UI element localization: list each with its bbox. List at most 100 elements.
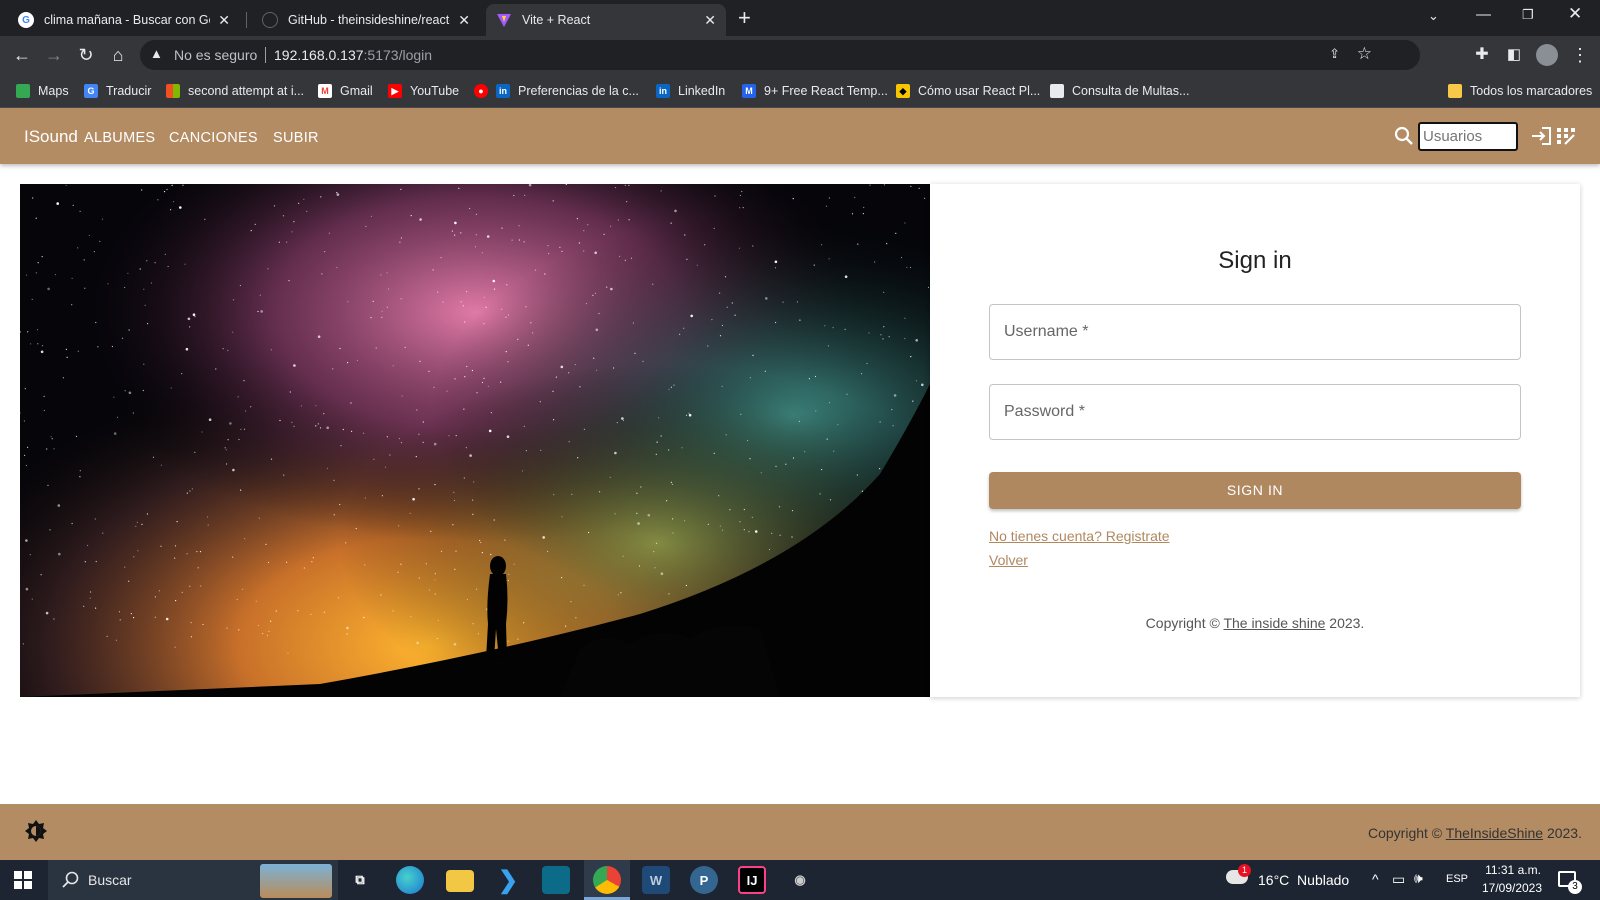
taskbar-search[interactable]: Buscar [48, 860, 338, 900]
bookmark-label: Cómo usar React Pl... [918, 84, 1041, 98]
warning-icon[interactable]: ▲ [150, 46, 163, 61]
linkedin-icon: in [496, 84, 510, 98]
browser-tab-strip: G clima mañana - Buscar con Google ✕ Git… [0, 0, 1600, 36]
bookmark-label: Gmail [340, 84, 373, 98]
bookmark-youtube[interactable]: ▶ YouTube [388, 82, 459, 100]
tray-chevron-icon[interactable]: ^ [1372, 871, 1379, 887]
gimp-icon[interactable]: ◉ [786, 866, 814, 894]
bookmark-label: LinkedIn [678, 84, 726, 98]
url-path: :5173/login [363, 47, 433, 63]
network-icon[interactable]: ▭ [1392, 871, 1405, 888]
bookmark-label: Maps [38, 84, 69, 98]
bookmark-react-pl[interactable]: ◆ Cómo usar React Pl... [896, 82, 1040, 100]
menu-kebab-icon[interactable]: ⋮ [1568, 43, 1592, 67]
react-template-icon: M [742, 84, 756, 98]
chrome-icon[interactable] [593, 866, 621, 894]
share-icon[interactable]: ⇪ [1329, 46, 1340, 62]
google-icon: G [18, 12, 34, 28]
security-label[interactable]: No es seguro [174, 47, 257, 63]
all-bookmarks-label: Todos los marcadores [1470, 84, 1593, 98]
intellij-icon[interactable]: IJ [738, 866, 766, 894]
close-icon[interactable]: ✕ [218, 12, 230, 29]
windows-taskbar: Buscar ⧉ ❯ W P IJ ◉ 1 16°C Nublado ^ ▭ 🕪… [0, 860, 1600, 900]
new-tab-button[interactable]: + [738, 5, 751, 31]
bookmark-label: Consulta de Multas... [1072, 84, 1190, 98]
tab-vite-react[interactable]: Vite + React ✕ [486, 4, 726, 36]
microsoft-icon [166, 84, 180, 98]
app-header: ISound ALBUMES CANCIONES SUBIR [0, 108, 1600, 164]
clock-date[interactable]: 17/09/2023 [1480, 881, 1544, 895]
brand-logo[interactable]: ISound [24, 127, 78, 147]
bookmark-label: Traducir [106, 84, 152, 98]
language-indicator[interactable]: ESP [1446, 873, 1468, 885]
terminal-icon[interactable] [542, 866, 570, 894]
home-icon[interactable]: ⌂ [106, 43, 130, 67]
forward-arrow-icon[interactable]: → [42, 43, 66, 67]
bookmark-linkedin[interactable]: in LinkedIn [656, 82, 725, 100]
vscode-icon[interactable]: ❯ [494, 866, 522, 894]
window-close-icon[interactable]: ✕ [1568, 4, 1582, 24]
milky-way-illustration [20, 184, 930, 697]
all-bookmarks[interactable]: Todos los marcadores [1448, 82, 1592, 100]
bookmark-star-icon[interactable]: ☆ [1357, 44, 1372, 64]
tab-search-chevron-icon[interactable]: ⌄ [1428, 8, 1439, 24]
taskbar-search-label: Buscar [88, 872, 132, 888]
login-icon[interactable] [1530, 126, 1552, 146]
minimize-icon[interactable]: — [1476, 6, 1491, 23]
windows-start-icon[interactable] [14, 871, 32, 889]
nav-albumes[interactable]: ALBUMES [84, 130, 155, 146]
file-explorer-icon[interactable] [446, 870, 474, 892]
reload-icon[interactable]: ↻ [74, 43, 98, 67]
bookmarks-bar: Maps G Traducir second attempt at i... MG… [0, 74, 1600, 108]
users-search-input[interactable] [1418, 122, 1518, 151]
nav-canciones[interactable]: CANCIONES [169, 130, 258, 146]
app-registration-icon[interactable] [1556, 126, 1576, 146]
cat-icon: ◆ [896, 84, 910, 98]
bookmark-gmail[interactable]: M Gmail [318, 82, 373, 100]
bookmark-react-templates[interactable]: M 9+ Free React Temp... [742, 82, 888, 100]
url-host: 192.168.0.137 [274, 47, 364, 63]
postgresql-icon[interactable]: P [690, 866, 718, 894]
close-icon[interactable]: ✕ [704, 12, 716, 29]
weather-label[interactable]: 16°C Nublado [1258, 872, 1349, 888]
signin-button[interactable]: SIGN IN [989, 472, 1521, 509]
username-field[interactable]: Username * [989, 304, 1521, 360]
search-icon[interactable] [1394, 126, 1414, 146]
nav-subir[interactable]: SUBIR [273, 130, 319, 146]
extensions-icon[interactable]: ✚ [1470, 43, 1494, 67]
back-arrow-icon[interactable]: ← [10, 43, 34, 67]
avatar[interactable] [1536, 44, 1558, 66]
task-view-icon[interactable]: ⧉ [346, 866, 374, 894]
address-divider [265, 47, 266, 63]
tab-divider [246, 12, 247, 28]
password-field[interactable]: Password * [989, 384, 1521, 440]
tab-github[interactable]: GitHub - theinsideshine/react-ins ✕ [252, 4, 480, 36]
tab-clima[interactable]: G clima mañana - Buscar con Google ✕ [8, 4, 240, 36]
copyright-link[interactable]: The inside shine [1223, 615, 1325, 631]
register-link[interactable]: No tienes cuenta? Registrate [989, 528, 1170, 544]
mysql-workbench-icon[interactable]: W [642, 866, 670, 894]
volume-icon[interactable]: 🕪 [1414, 870, 1423, 887]
app-footer: Copyright © TheInsideShine 2023. [0, 804, 1600, 860]
bookmark-preferencias[interactable]: ● in Preferencias de la c... [474, 82, 639, 100]
folder-icon [1448, 84, 1462, 98]
copyright-link[interactable]: TheInsideShine [1446, 825, 1543, 841]
bookmark-maps[interactable]: Maps [16, 82, 69, 100]
edge-icon[interactable] [396, 866, 424, 894]
url-text[interactable]: 192.168.0.137:5173/login [274, 47, 432, 63]
clock-time[interactable]: 11:31 a.m. [1482, 863, 1544, 877]
bookmark-second-attempt[interactable]: second attempt at i... [166, 82, 304, 100]
bookmark-multas[interactable]: Consulta de Multas... [1050, 82, 1189, 100]
bookmark-traducir[interactable]: G Traducir [84, 82, 151, 100]
close-icon[interactable]: ✕ [458, 12, 470, 29]
side-panel-icon[interactable]: ◧ [1502, 43, 1526, 67]
back-link[interactable]: Volver [989, 552, 1028, 568]
restore-icon[interactable]: ❐ [1522, 7, 1534, 23]
copyright-suffix: 2023. [1325, 615, 1365, 631]
tab-label: Vite + React [522, 13, 591, 27]
weather-badge: 1 [1238, 864, 1251, 877]
brightness-toggle-icon[interactable] [24, 819, 48, 843]
address-bar[interactable]: ▲ No es seguro 192.168.0.137:5173/login … [140, 40, 1420, 70]
signin-panel: Sign in Username * Password * SIGN IN No… [930, 184, 1580, 697]
translate-icon: G [84, 84, 98, 98]
